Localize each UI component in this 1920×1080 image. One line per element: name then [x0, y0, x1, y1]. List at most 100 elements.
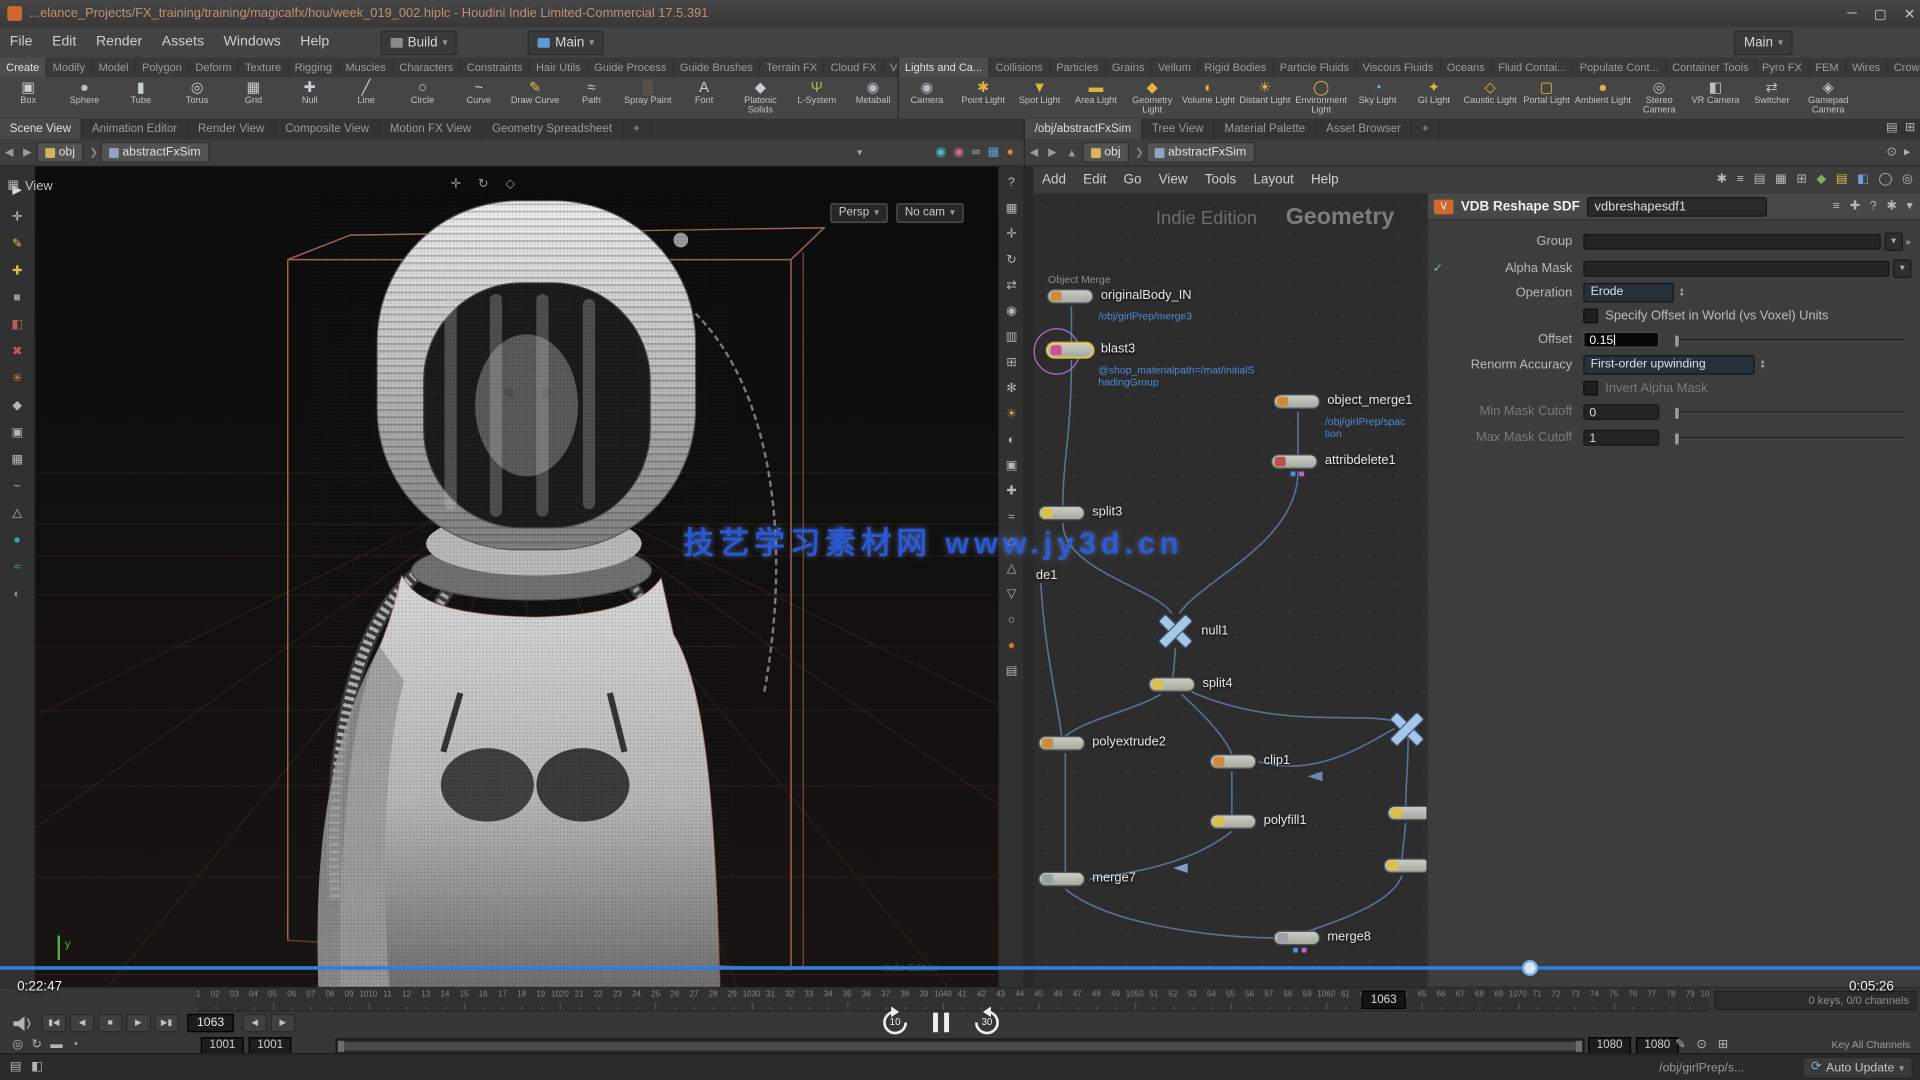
pane-tab[interactable]: Render View: [188, 119, 275, 140]
network-node[interactable]: [1273, 931, 1320, 946]
forward-icon[interactable]: ▸: [1904, 143, 1910, 163]
shelf-tab[interactable]: FEM: [1809, 58, 1846, 78]
shelf-tool[interactable]: ~Curve: [451, 77, 507, 119]
spray-icon[interactable]: ✳: [12, 372, 22, 387]
shelf-tool[interactable]: ✚Null: [282, 77, 338, 119]
shelf-tool[interactable]: ✱Point Light: [955, 77, 1011, 119]
network-menu-item[interactable]: Tools: [1196, 167, 1245, 194]
pane-menu-icon[interactable]: ▤: [1886, 119, 1898, 139]
shelf-tool[interactable]: AFont: [676, 77, 732, 119]
video-progress-knob[interactable]: [1522, 960, 1538, 976]
minimize-button[interactable]: ─: [1847, 6, 1857, 21]
shelf-tab[interactable]: Constraints: [461, 58, 530, 78]
up-icon[interactable]: △: [1007, 562, 1016, 577]
range-slider-bar[interactable]: [339, 1042, 1581, 1051]
state-ball-icon[interactable]: ●: [1008, 639, 1015, 654]
shelf-tab[interactable]: Vellum: [1152, 58, 1199, 78]
range-slider-handle-right[interactable]: [1576, 1041, 1582, 1052]
slider-handle[interactable]: [1674, 406, 1680, 419]
volume-icon[interactable]: [12, 1015, 34, 1032]
shelf-tool[interactable]: ▢Portal Light: [1518, 77, 1574, 119]
back-icon[interactable]: ◀: [0, 146, 18, 159]
lock-icon[interactable]: ■: [13, 291, 20, 306]
shelf-tool[interactable]: ◎Stereo Camera: [1631, 77, 1687, 119]
shelf-tool[interactable]: ●Ambient Light: [1575, 77, 1631, 119]
parameter-checkbox[interactable]: [1583, 381, 1598, 396]
dots-grid-icon[interactable]: ⊞: [1796, 170, 1806, 190]
network-node[interactable]: [1047, 343, 1094, 358]
shelf-tool[interactable]: ✦GI Light: [1406, 77, 1462, 119]
close-button[interactable]: ✕: [1904, 6, 1915, 22]
pane-splitter[interactable]: [1024, 167, 1034, 987]
camera-icon[interactable]: ◉: [1006, 305, 1017, 320]
mirror-icon[interactable]: ◧: [11, 318, 23, 333]
box-tool-icon[interactable]: ▣: [11, 426, 23, 441]
gizmo-rotate-icon[interactable]: ↻: [478, 175, 488, 195]
shelf-tab[interactable]: Polygon: [136, 58, 189, 78]
dropdown-arrow-icon[interactable]: ▼: [1884, 232, 1902, 250]
spinner-icon[interactable]: ▲▼: [1679, 288, 1685, 298]
network-node-null[interactable]: [1391, 713, 1423, 745]
node-flag-icon[interactable]: [1302, 948, 1307, 953]
parameter-value-field[interactable]: 0.15: [1583, 331, 1659, 347]
next-key-button[interactable]: ▶: [271, 1014, 295, 1032]
shelf-tab[interactable]: Characters: [393, 58, 460, 78]
shelf-tab[interactable]: Container Tools: [1666, 58, 1756, 78]
shelf-tool[interactable]: ▬Area Light: [1068, 77, 1124, 119]
range-start-field[interactable]: 1001: [201, 1037, 244, 1054]
help-icon[interactable]: ?: [1008, 176, 1015, 191]
network-menu-item[interactable]: Help: [1302, 167, 1347, 194]
range-slider-handle-left[interactable]: [338, 1041, 344, 1052]
node-flag-icon[interactable]: [1293, 948, 1298, 953]
shelf-tab[interactable]: Rigging: [289, 58, 340, 78]
pane-tab[interactable]: Composite View: [275, 119, 380, 140]
parameter-slider[interactable]: [1671, 406, 1904, 417]
shelf-tool[interactable]: ░Spray Paint: [620, 77, 676, 119]
shelf-tool[interactable]: ▼Spot Light: [1011, 77, 1067, 119]
network-menu-item[interactable]: View: [1150, 167, 1196, 194]
shelf-tab[interactable]: Create: [0, 58, 47, 78]
spinner-icon[interactable]: ▲▼: [1760, 360, 1766, 370]
state-icon[interactable]: ●: [1006, 143, 1013, 163]
box-display-icon[interactable]: ▣: [1006, 459, 1018, 474]
add-icon[interactable]: ✚: [1006, 485, 1016, 500]
shelf-tab[interactable]: Volume: [884, 58, 898, 78]
slider-handle[interactable]: [1674, 334, 1680, 347]
viewport-canvas[interactable]: y: [34, 167, 999, 987]
shelf-tab[interactable]: Particles: [1050, 58, 1106, 78]
shelf-tool[interactable]: ◆Geometry Light: [1124, 77, 1180, 119]
node-flag-icon[interactable]: [1299, 471, 1304, 476]
parameter-input[interactable]: [1583, 233, 1881, 249]
light-icon[interactable]: ☀: [1006, 408, 1017, 423]
video-progress-bar[interactable]: [0, 966, 1920, 970]
network-menu-item[interactable]: Go: [1115, 167, 1150, 194]
parameter-slider[interactable]: [1671, 334, 1904, 345]
shelf-tab[interactable]: Texture: [239, 58, 289, 78]
camera-dropdown[interactable]: No cam▾: [896, 203, 963, 223]
shelf-tab[interactable]: Populate Cont...: [1574, 58, 1667, 78]
shelf-tool[interactable]: ▣Box: [0, 77, 56, 119]
shelf-tab[interactable]: Lights and Ca...: [899, 58, 990, 78]
shelf-tool[interactable]: ○Circle: [394, 77, 450, 119]
breadcrumb-node[interactable]: abstractFxSim: [100, 142, 209, 163]
network-node[interactable]: [1210, 814, 1257, 829]
paint-icon[interactable]: ✚: [12, 264, 22, 279]
circle-icon[interactable]: ○: [1008, 613, 1015, 628]
network-node[interactable]: [1273, 394, 1320, 409]
shelf-tool[interactable]: ◔Sky Light: [1349, 77, 1405, 119]
shelf-tab[interactable]: Crowds: [1888, 58, 1920, 78]
build-shelf-dropdown[interactable]: Build ▾: [381, 30, 458, 54]
node-name-field[interactable]: vdbreshapesdf1: [1587, 197, 1767, 217]
shelf-tool[interactable]: ◉Camera: [899, 77, 955, 119]
shelf-tool[interactable]: ✎Draw Curve: [507, 77, 563, 119]
color-palette-icon[interactable]: ◆: [1816, 170, 1825, 190]
shelf-tab[interactable]: Pyro FX: [1756, 58, 1809, 78]
shelf-tool[interactable]: ◆Platonic Solids: [732, 77, 788, 119]
parameter-slider[interactable]: [1671, 432, 1904, 443]
grid-icon[interactable]: ▦: [1006, 202, 1018, 217]
jump-start-button[interactable]: ▮◀: [42, 1014, 66, 1032]
prev-key-button[interactable]: ◀: [242, 1014, 266, 1032]
shade-icon[interactable]: ▥: [1006, 331, 1018, 346]
shelf-tool[interactable]: ◎Torus: [169, 77, 225, 119]
pane-split-icon[interactable]: ⊞: [1905, 119, 1915, 139]
